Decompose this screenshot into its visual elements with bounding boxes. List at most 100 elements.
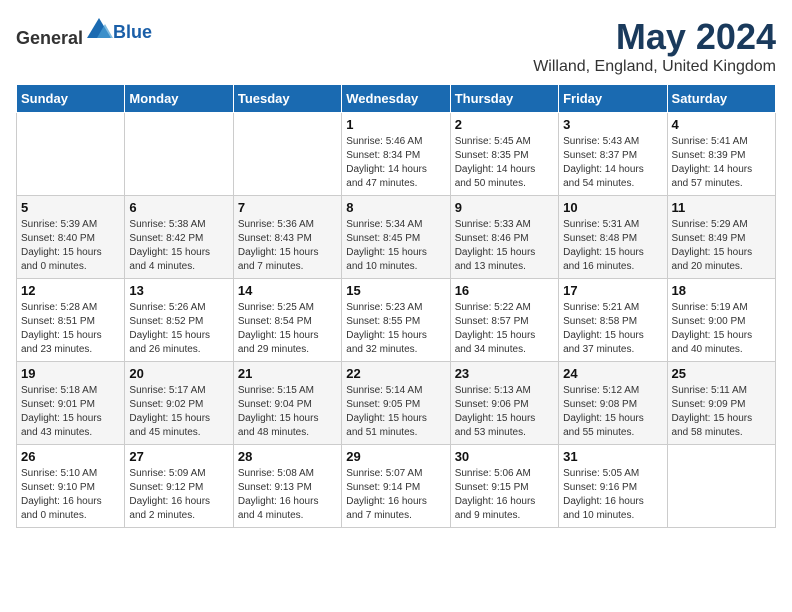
- day-number: 7: [238, 200, 337, 215]
- day-info: Sunrise: 5:34 AMSunset: 8:45 PMDaylight:…: [346, 218, 445, 274]
- calendar-cell: 30Sunrise: 5:06 AMSunset: 9:15 PMDayligh…: [450, 445, 558, 528]
- calendar-cell: 14 Sunrise: 5:25 AMSunset: 8:54 PMDayligh…: [233, 279, 341, 362]
- calendar-cell: 13 Sunrise: 5:26 AMSunset: 8:52 PMDayligh…: [125, 279, 233, 362]
- day-number: 13: [129, 283, 228, 298]
- day-info: Sunrise: 5:17 AMSunset: 9:02 PMDaylight:…: [129, 384, 228, 440]
- calendar-cell: 19Sunrise: 5:18 AMSunset: 9:01 PMDayligh…: [17, 362, 125, 445]
- day-number: 23: [455, 366, 554, 381]
- calendar-cell: 3 Sunrise: 5:43 AMSunset: 8:37 PMDaylight…: [559, 113, 667, 196]
- calendar-cell: 5 Sunrise: 5:39 AMSunset: 8:40 PMDaylight…: [17, 196, 125, 279]
- day-info: Sunrise: 5:22 AMSunset: 8:57 PMDaylight:…: [455, 301, 554, 357]
- calendar-cell: 7 Sunrise: 5:36 AMSunset: 8:43 PMDaylight…: [233, 196, 341, 279]
- calendar-cell: 24 Sunrise: 5:12 AMSunset: 9:08 PMDayligh…: [559, 362, 667, 445]
- weekday-header: Thursday: [450, 85, 558, 113]
- calendar-cell: 10Sunrise: 5:31 AMSunset: 8:48 PMDayligh…: [559, 196, 667, 279]
- logo-blue-text: Blue: [113, 22, 152, 42]
- calendar-cell: 28 Sunrise: 5:08 AMSunset: 9:13 PMDayligh…: [233, 445, 341, 528]
- calendar-cell: 6 Sunrise: 5:38 AMSunset: 8:42 PMDaylight…: [125, 196, 233, 279]
- day-info: Sunrise: 5:21 AMSunset: 8:58 PMDaylight:…: [563, 301, 662, 357]
- day-info: Sunrise: 5:38 AMSunset: 8:42 PMDaylight:…: [129, 218, 228, 274]
- day-info: Sunrise: 5:25 AMSunset: 8:54 PMDaylight:…: [238, 301, 337, 357]
- day-info: Sunrise: 5:18 AMSunset: 9:01 PMDaylight:…: [21, 384, 120, 440]
- day-number: 31: [563, 449, 662, 464]
- day-number: 1: [346, 117, 445, 132]
- weekday-header: Monday: [125, 85, 233, 113]
- calendar-cell: 29Sunrise: 5:07 AMSunset: 9:14 PMDayligh…: [342, 445, 450, 528]
- day-number: 5: [21, 200, 120, 215]
- calendar-cell: [125, 113, 233, 196]
- day-info: Sunrise: 5:13 AMSunset: 9:06 PMDaylight:…: [455, 384, 554, 440]
- calendar-table: SundayMondayTuesdayWednesdayThursdayFrid…: [16, 84, 776, 528]
- logo: General Blue: [16, 16, 152, 49]
- calendar-cell: 20 Sunrise: 5:17 AMSunset: 9:02 PMDayligh…: [125, 362, 233, 445]
- day-info: Sunrise: 5:15 AMSunset: 9:04 PMDaylight:…: [238, 384, 337, 440]
- calendar-cell: 16Sunrise: 5:22 AMSunset: 8:57 PMDayligh…: [450, 279, 558, 362]
- day-info: Sunrise: 5:39 AMSunset: 8:40 PMDaylight:…: [21, 218, 120, 274]
- calendar-cell: 4Sunrise: 5:41 AMSunset: 8:39 PMDaylight…: [667, 113, 775, 196]
- day-number: 6: [129, 200, 228, 215]
- day-info: Sunrise: 5:36 AMSunset: 8:43 PMDaylight:…: [238, 218, 337, 274]
- calendar-cell: 2 Sunrise: 5:45 AMSunset: 8:35 PMDaylight…: [450, 113, 558, 196]
- calendar-week-row: 12Sunrise: 5:28 AMSunset: 8:51 PMDayligh…: [17, 279, 776, 362]
- location-title: Willand, England, United Kingdom: [533, 58, 776, 76]
- calendar-cell: [233, 113, 341, 196]
- calendar-header-row: SundayMondayTuesdayWednesdayThursdayFrid…: [17, 85, 776, 113]
- calendar-cell: [667, 445, 775, 528]
- calendar-cell: 25Sunrise: 5:11 AMSunset: 9:09 PMDayligh…: [667, 362, 775, 445]
- day-number: 11: [672, 200, 771, 215]
- calendar-cell: 23 Sunrise: 5:13 AMSunset: 9:06 PMDayligh…: [450, 362, 558, 445]
- weekday-header: Wednesday: [342, 85, 450, 113]
- calendar-cell: 22Sunrise: 5:14 AMSunset: 9:05 PMDayligh…: [342, 362, 450, 445]
- day-info: Sunrise: 5:26 AMSunset: 8:52 PMDaylight:…: [129, 301, 228, 357]
- day-info: Sunrise: 5:23 AMSunset: 8:55 PMDaylight:…: [346, 301, 445, 357]
- day-info: Sunrise: 5:07 AMSunset: 9:14 PMDaylight:…: [346, 467, 445, 523]
- calendar-cell: 17 Sunrise: 5:21 AMSunset: 8:58 PMDayligh…: [559, 279, 667, 362]
- day-number: 26: [21, 449, 120, 464]
- day-info: Sunrise: 5:28 AMSunset: 8:51 PMDaylight:…: [21, 301, 120, 357]
- calendar-cell: 12Sunrise: 5:28 AMSunset: 8:51 PMDayligh…: [17, 279, 125, 362]
- day-info: Sunrise: 5:29 AMSunset: 8:49 PMDaylight:…: [672, 218, 771, 274]
- day-number: 18: [672, 283, 771, 298]
- calendar-week-row: 19Sunrise: 5:18 AMSunset: 9:01 PMDayligh…: [17, 362, 776, 445]
- logo-general-text: General: [16, 28, 83, 48]
- calendar-cell: 31 Sunrise: 5:05 AMSunset: 9:16 PMDayligh…: [559, 445, 667, 528]
- day-number: 8: [346, 200, 445, 215]
- calendar-week-row: 1Sunrise: 5:46 AMSunset: 8:34 PMDaylight…: [17, 113, 776, 196]
- weekday-header: Friday: [559, 85, 667, 113]
- day-number: 28: [238, 449, 337, 464]
- day-number: 25: [672, 366, 771, 381]
- title-area: May 2024 Willand, England, United Kingdo…: [533, 16, 776, 76]
- day-number: 15: [346, 283, 445, 298]
- calendar-cell: [17, 113, 125, 196]
- day-info: Sunrise: 5:12 AMSunset: 9:08 PMDaylight:…: [563, 384, 662, 440]
- day-number: 9: [455, 200, 554, 215]
- day-number: 4: [672, 117, 771, 132]
- day-info: Sunrise: 5:06 AMSunset: 9:15 PMDaylight:…: [455, 467, 554, 523]
- month-title: May 2024: [533, 16, 776, 58]
- day-number: 21: [238, 366, 337, 381]
- weekday-header: Tuesday: [233, 85, 341, 113]
- day-number: 27: [129, 449, 228, 464]
- day-number: 14: [238, 283, 337, 298]
- calendar-cell: 26 Sunrise: 5:10 AMSunset: 9:10 PMDayligh…: [17, 445, 125, 528]
- day-info: Sunrise: 5:33 AMSunset: 8:46 PMDaylight:…: [455, 218, 554, 274]
- day-number: 20: [129, 366, 228, 381]
- day-info: Sunrise: 5:14 AMSunset: 9:05 PMDaylight:…: [346, 384, 445, 440]
- day-number: 2: [455, 117, 554, 132]
- day-number: 10: [563, 200, 662, 215]
- day-info: Sunrise: 5:05 AMSunset: 9:16 PMDaylight:…: [563, 467, 662, 523]
- day-info: Sunrise: 5:45 AMSunset: 8:35 PMDaylight:…: [455, 135, 554, 191]
- weekday-header: Saturday: [667, 85, 775, 113]
- day-number: 17: [563, 283, 662, 298]
- calendar-cell: 11 Sunrise: 5:29 AMSunset: 8:49 PMDayligh…: [667, 196, 775, 279]
- day-number: 3: [563, 117, 662, 132]
- day-info: Sunrise: 5:43 AMSunset: 8:37 PMDaylight:…: [563, 135, 662, 191]
- day-info: Sunrise: 5:09 AMSunset: 9:12 PMDaylight:…: [129, 467, 228, 523]
- day-info: Sunrise: 5:08 AMSunset: 9:13 PMDaylight:…: [238, 467, 337, 523]
- day-info: Sunrise: 5:10 AMSunset: 9:10 PMDaylight:…: [21, 467, 120, 523]
- calendar-cell: 15 Sunrise: 5:23 AMSunset: 8:55 PMDayligh…: [342, 279, 450, 362]
- calendar-week-row: 26 Sunrise: 5:10 AMSunset: 9:10 PMDayligh…: [17, 445, 776, 528]
- calendar-cell: 27 Sunrise: 5:09 AMSunset: 9:12 PMDayligh…: [125, 445, 233, 528]
- day-number: 24: [563, 366, 662, 381]
- calendar-week-row: 5 Sunrise: 5:39 AMSunset: 8:40 PMDaylight…: [17, 196, 776, 279]
